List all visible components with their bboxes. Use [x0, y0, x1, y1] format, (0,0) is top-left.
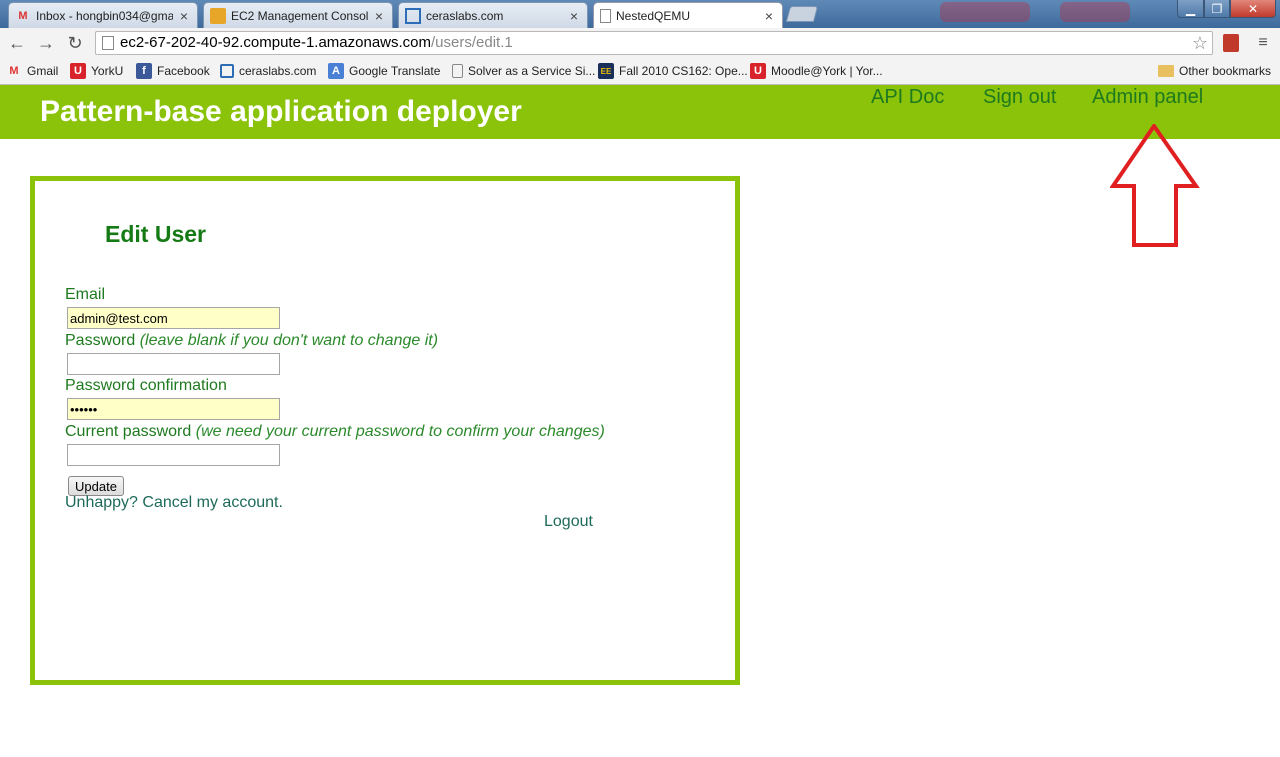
- maximize-icon[interactable]: ❐: [1204, 0, 1230, 18]
- gmail-icon: M: [9, 65, 19, 77]
- password-field[interactable]: [67, 353, 280, 375]
- bookmark-star-icon[interactable]: ☆: [1192, 32, 1208, 54]
- bookmark-google-translate[interactable]: A Google Translate: [328, 62, 440, 80]
- email-field[interactable]: [67, 307, 280, 329]
- page-icon: [600, 9, 611, 23]
- annotation-arrow-icon: [1110, 124, 1200, 247]
- bookmark-yorku[interactable]: U YorkU: [70, 62, 123, 80]
- back-icon[interactable]: ←: [5, 32, 29, 54]
- aws-icon: [210, 7, 226, 24]
- current-password-field[interactable]: [67, 444, 280, 466]
- minimize-icon[interactable]: ▁: [1177, 0, 1204, 18]
- browser-titlebar: M Inbox - hongbin034@gma × EC2 Managemen…: [0, 0, 1280, 29]
- bookmark-gmail[interactable]: M Gmail: [6, 62, 58, 80]
- logout-link[interactable]: Logout: [544, 513, 593, 531]
- tab-ceraslabs[interactable]: ceraslabs.com ×: [398, 2, 588, 28]
- bookmark-cs162[interactable]: EE Fall 2010 CS162: Ope...: [598, 62, 748, 80]
- url-path: /users/edit.1: [431, 34, 513, 51]
- current-password-label: Current password (we need your current p…: [65, 423, 605, 440]
- new-tab-button[interactable]: [785, 6, 819, 22]
- tab-gmail[interactable]: M Inbox - hongbin034@gma ×: [8, 2, 198, 28]
- app-title: Pattern-base application deployer: [40, 95, 522, 128]
- window-controls: ▁ ❐ ✕: [1177, 0, 1276, 18]
- edit-user-panel: Edit User Email Password (leave blank if…: [30, 176, 740, 685]
- cancel-account-link[interactable]: Unhappy? Cancel my account.: [65, 494, 283, 512]
- address-bar[interactable]: ec2-67-202-40-92.compute-1.amazonaws.com…: [95, 31, 1213, 55]
- bookmark-moodle[interactable]: U Moodle@York | Yor...: [750, 62, 883, 80]
- app-header: Pattern-base application deployer API Do…: [0, 85, 1280, 139]
- close-icon[interactable]: ×: [372, 9, 386, 23]
- password-label: Password (leave blank if you don't want …: [65, 332, 439, 349]
- facebook-icon: f: [136, 63, 152, 79]
- yorku-icon: U: [750, 63, 766, 79]
- ceraslabs-icon: [405, 7, 421, 24]
- close-icon[interactable]: ×: [177, 9, 191, 23]
- ceraslabs-icon: [220, 64, 234, 78]
- titlebar-decoration: [1060, 2, 1130, 22]
- forward-icon[interactable]: →: [34, 32, 58, 54]
- password-confirmation-field[interactable]: [67, 398, 280, 420]
- password-confirmation-label: Password confirmation: [65, 377, 227, 394]
- reload-icon[interactable]: ↻: [63, 32, 87, 54]
- other-bookmarks[interactable]: Other bookmarks: [1158, 62, 1271, 80]
- password-hint: (leave blank if you don't want to change…: [139, 332, 439, 349]
- api-doc-link[interactable]: API Doc: [871, 86, 944, 109]
- menu-icon[interactable]: ≡: [1252, 32, 1274, 54]
- titlebar-decoration: [940, 2, 1030, 22]
- gmail-icon: M: [18, 9, 28, 22]
- tab-nestedqemu[interactable]: NestedQEMU ×: [593, 2, 783, 29]
- eecs-icon: EE: [598, 63, 614, 79]
- bookmark-ceraslabs[interactable]: ceraslabs.com: [220, 62, 316, 80]
- url-host: ec2-67-202-40-92.compute-1.amazonaws.com: [120, 34, 431, 51]
- tab-ec2[interactable]: EC2 Management Consol ×: [203, 2, 393, 28]
- close-icon[interactable]: ×: [762, 9, 776, 23]
- bookmarks-bar: M Gmail U YorkU f Facebook ceraslabs.com…: [0, 58, 1280, 85]
- browser-toolbar: ← → ↻ ec2-67-202-40-92.compute-1.amazona…: [0, 28, 1280, 58]
- yorku-icon: U: [70, 63, 86, 79]
- update-button[interactable]: Update: [68, 476, 124, 496]
- page-icon: [102, 36, 114, 50]
- email-label: Email: [65, 286, 106, 303]
- sign-out-link[interactable]: Sign out: [983, 86, 1056, 109]
- translate-icon: A: [328, 63, 344, 79]
- bookmark-facebook[interactable]: f Facebook: [136, 62, 210, 80]
- page-icon: [452, 64, 463, 78]
- current-password-hint: (we need your current password to confir…: [195, 423, 605, 440]
- close-icon[interactable]: ×: [567, 9, 581, 23]
- folder-icon: [1158, 65, 1174, 77]
- window-close-icon[interactable]: ✕: [1230, 0, 1276, 18]
- extension-icon[interactable]: [1223, 34, 1239, 52]
- admin-panel-link[interactable]: Admin panel: [1092, 86, 1203, 109]
- page-title: Edit User: [105, 221, 206, 247]
- bookmark-solver[interactable]: Solver as a Service Si...: [452, 62, 595, 80]
